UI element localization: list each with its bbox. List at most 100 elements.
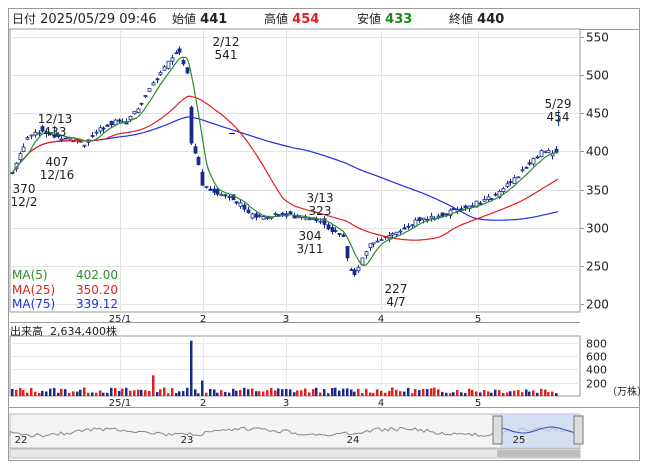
volume-bar bbox=[327, 393, 330, 396]
volume-bar bbox=[34, 391, 37, 396]
volume-bar bbox=[468, 388, 471, 396]
volume-bar bbox=[521, 392, 524, 396]
candle-body bbox=[311, 218, 316, 220]
candle-body bbox=[193, 146, 198, 154]
volume-bar bbox=[213, 389, 216, 396]
volume-bar bbox=[452, 392, 455, 396]
volume-bar bbox=[399, 391, 402, 396]
volume-bar bbox=[331, 388, 334, 396]
candle-body bbox=[265, 217, 270, 219]
volume-bar bbox=[121, 388, 124, 396]
volume-bar bbox=[118, 390, 121, 396]
candle-body bbox=[410, 224, 415, 227]
price-tick-label: 450 bbox=[586, 107, 609, 121]
volume-bar bbox=[532, 390, 535, 396]
candle-body bbox=[288, 211, 293, 215]
volume-bar bbox=[441, 391, 444, 396]
candle-body bbox=[470, 205, 475, 208]
volume-bar bbox=[471, 390, 474, 396]
price-annotation-label: 2/12 bbox=[213, 35, 240, 49]
candle-body bbox=[440, 212, 445, 217]
volume-bar bbox=[517, 389, 520, 396]
legend-ma25: MA(25) 350.20 bbox=[12, 283, 118, 297]
volume-bar bbox=[388, 391, 391, 396]
volume-bar bbox=[87, 392, 90, 396]
candle-body bbox=[37, 132, 42, 135]
volume-bar bbox=[95, 392, 98, 396]
candle-body bbox=[250, 213, 255, 219]
volume-bar bbox=[498, 390, 501, 396]
candle-body bbox=[78, 140, 83, 143]
volume-bar bbox=[456, 389, 459, 396]
legend-ma5: MA(5) 402.00 bbox=[12, 268, 118, 282]
volume-bar bbox=[487, 391, 490, 396]
volume-bar bbox=[414, 388, 417, 396]
volume-bar bbox=[129, 390, 132, 396]
volume-bar bbox=[258, 391, 261, 396]
volume-bar bbox=[296, 390, 299, 396]
volume-bar bbox=[547, 392, 550, 396]
volume-bar bbox=[270, 388, 273, 396]
volume-bar bbox=[106, 392, 109, 396]
candle-body bbox=[204, 186, 209, 188]
volume-bar bbox=[528, 391, 531, 396]
price-annotation-label: 370 bbox=[13, 182, 36, 196]
candle-body bbox=[330, 227, 335, 233]
volume-tick-label: 600 bbox=[586, 351, 607, 364]
candle-body bbox=[337, 232, 342, 235]
volume-bar bbox=[171, 388, 174, 396]
candle-body bbox=[139, 102, 144, 105]
candle-body bbox=[33, 131, 38, 136]
volume-bar bbox=[315, 387, 318, 396]
volume-bar bbox=[281, 389, 284, 396]
volume-bar bbox=[479, 392, 482, 396]
volume-bar bbox=[216, 392, 219, 396]
candle-body bbox=[143, 94, 148, 97]
navigator-scroll-thumb[interactable] bbox=[497, 450, 580, 457]
volume-bar bbox=[395, 389, 398, 396]
candle-body bbox=[29, 134, 34, 137]
volume-bar bbox=[137, 389, 140, 396]
candle-body bbox=[177, 48, 182, 53]
volume-bar bbox=[38, 393, 41, 396]
candle-body bbox=[535, 156, 540, 159]
candle-body bbox=[303, 217, 308, 220]
candle-body bbox=[531, 158, 536, 165]
candle-body bbox=[482, 198, 487, 202]
candle-body bbox=[208, 188, 213, 191]
navigator-year-label: 22 bbox=[15, 435, 28, 446]
candle-body bbox=[90, 135, 95, 137]
candle-body bbox=[429, 215, 434, 219]
volume-bar bbox=[445, 392, 448, 396]
volume-bar bbox=[182, 391, 185, 396]
candle-body bbox=[543, 150, 548, 153]
volume-bar bbox=[365, 388, 368, 396]
navigator-left-handle[interactable] bbox=[492, 415, 503, 445]
candle-body bbox=[341, 234, 346, 237]
volume-bar bbox=[300, 390, 303, 396]
candle-body bbox=[512, 177, 517, 185]
candle-body bbox=[539, 150, 544, 158]
candle-body bbox=[174, 52, 179, 55]
navigator-scrollbar[interactable] bbox=[9, 448, 581, 459]
candle-body bbox=[25, 137, 30, 140]
volume-bar bbox=[551, 391, 554, 396]
volume-bar bbox=[426, 389, 429, 396]
price-annotation-label: 12/2 bbox=[11, 195, 38, 209]
candle-body bbox=[189, 106, 194, 144]
month-label: 2 bbox=[200, 314, 206, 325]
volume-tick-label: 800 bbox=[586, 338, 607, 351]
volume-bar bbox=[251, 388, 254, 396]
candle-body bbox=[18, 153, 23, 161]
navigator-year-label: 25 bbox=[513, 435, 526, 446]
navigator-right-handle[interactable] bbox=[573, 415, 584, 445]
volume-bar bbox=[194, 389, 197, 396]
volume-title: 出来高 2,634,400株 bbox=[10, 323, 117, 339]
candle-body bbox=[318, 220, 323, 223]
volume-bar bbox=[437, 389, 440, 396]
volume-bar bbox=[125, 387, 128, 396]
candle-body bbox=[170, 57, 175, 62]
volume-bar bbox=[430, 388, 433, 396]
candle-body bbox=[292, 215, 297, 219]
volume-bar bbox=[178, 391, 181, 396]
